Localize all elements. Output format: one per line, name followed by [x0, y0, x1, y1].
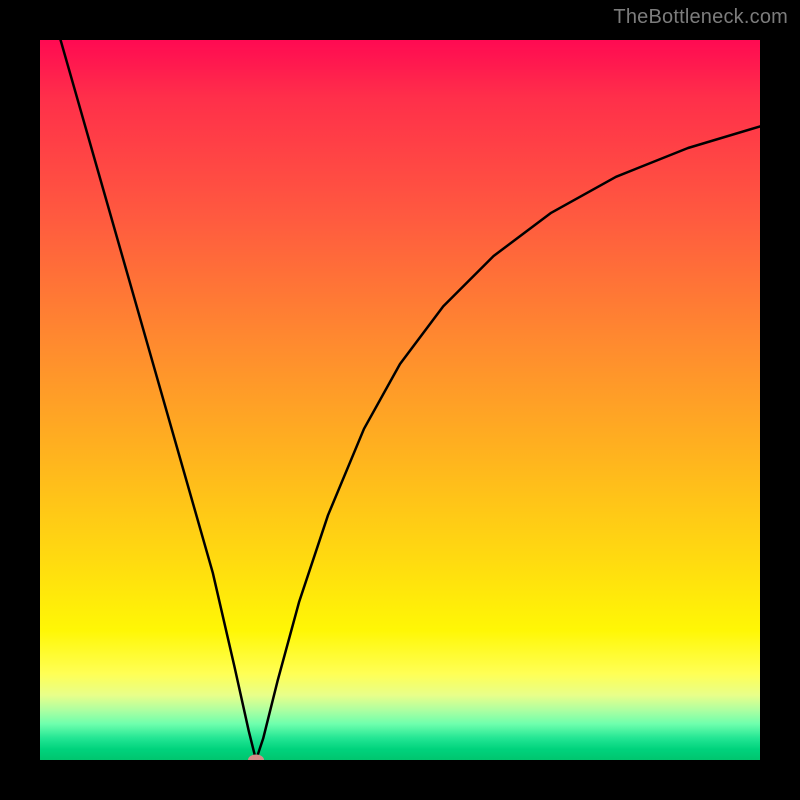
plot-area	[40, 40, 760, 760]
bottleneck-curve	[40, 40, 760, 760]
watermark-text: TheBottleneck.com	[613, 6, 788, 29]
optimum-marker-icon	[248, 755, 264, 761]
chart-frame: TheBottleneck.com	[0, 0, 800, 800]
